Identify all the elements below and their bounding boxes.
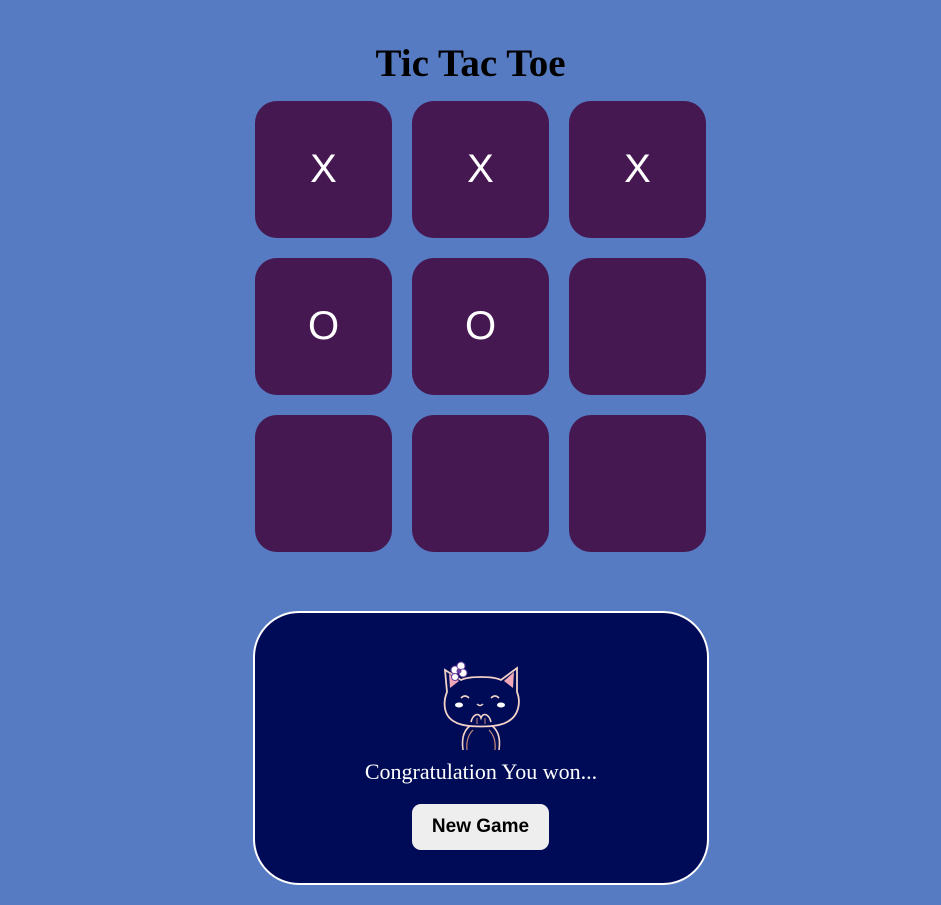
board-cell-4[interactable]: O (255, 258, 392, 395)
board-cell-5[interactable]: O (412, 258, 549, 395)
board-cell-1[interactable]: X (255, 101, 392, 238)
game-title: Tic Tac Toe (375, 42, 566, 86)
game-board: X X X O O (255, 101, 706, 552)
new-game-button[interactable]: New Game (412, 804, 549, 850)
board-cell-7[interactable] (255, 415, 392, 552)
board-cell-2[interactable]: X (412, 101, 549, 238)
board-cell-3[interactable]: X (569, 101, 706, 238)
board-cell-6[interactable] (569, 258, 706, 395)
cat-celebration-icon (443, 661, 520, 751)
winner-message-box: Congratulation You won... New Game (253, 611, 709, 885)
board-cell-9[interactable] (569, 415, 706, 552)
board-cell-8[interactable] (412, 415, 549, 552)
winner-message-text: Congratulation You won... (364, 759, 598, 784)
